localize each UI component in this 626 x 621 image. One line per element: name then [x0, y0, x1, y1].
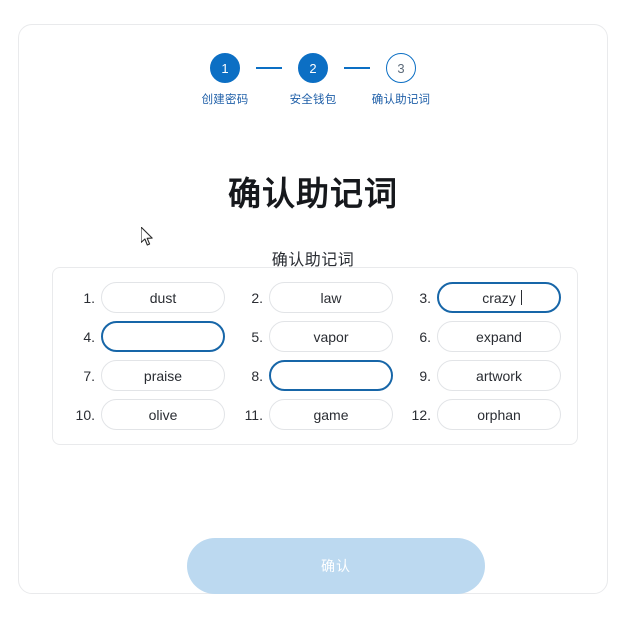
mnemonic-index-9: 9.	[419, 367, 431, 384]
mnemonic-cell-4: 4.	[63, 321, 231, 352]
progress-stepper: 1 创建密码 2 安全钱包 3 确认助记词	[19, 53, 607, 108]
mnemonic-input-7[interactable]	[101, 360, 225, 391]
mnemonic-index-3: 3.	[419, 289, 431, 306]
step-connector-2-3	[344, 67, 370, 69]
mnemonic-cell-10: 10.	[63, 399, 231, 430]
mnemonic-index-11: 11.	[244, 406, 263, 423]
mnemonic-index-12: 12.	[411, 406, 431, 423]
confirm-button[interactable]: 确认	[187, 538, 485, 594]
mnemonic-cell-8: 8.	[231, 360, 399, 391]
mnemonic-index-10: 10.	[75, 406, 95, 423]
wallet-setup-card: 1 创建密码 2 安全钱包 3 确认助记词 确认助记词 确认助记词 1. dus…	[18, 24, 608, 594]
step-1-label: 创建密码	[201, 94, 249, 106]
step-3-number: 3	[397, 60, 405, 76]
mnemonic-input-4[interactable]	[101, 321, 225, 352]
mnemonic-input-3-wrap	[437, 282, 561, 313]
mnemonic-cell-5: 5.	[231, 321, 399, 352]
step-1-circle: 1	[210, 53, 240, 83]
mnemonic-index-6: 6.	[419, 328, 431, 345]
step-connector-1-2	[256, 67, 282, 69]
step-1-number: 1	[221, 60, 229, 76]
step-3-label: 确认助记词	[371, 94, 431, 106]
mnemonic-input-6[interactable]	[437, 321, 561, 352]
mnemonic-index-2: 2.	[251, 289, 263, 306]
step-3[interactable]: 3 确认助记词	[370, 53, 432, 108]
step-2[interactable]: 2 安全钱包	[282, 53, 344, 108]
mnemonic-input-8[interactable]	[269, 360, 393, 391]
mnemonic-index-8: 8.	[251, 367, 263, 384]
step-3-circle: 3	[386, 53, 416, 83]
mnemonic-cell-11: 11.	[231, 399, 399, 430]
mnemonic-index-5: 5.	[251, 328, 263, 345]
mnemonic-cell-1: 1.	[63, 282, 231, 313]
mnemonic-cell-6: 6.	[399, 321, 567, 352]
mnemonic-cell-3: 3.	[399, 282, 567, 313]
mnemonic-index-1: 1.	[83, 289, 95, 306]
step-2-circle: 2	[298, 53, 328, 83]
mnemonic-cell-12: 12.	[399, 399, 567, 430]
mnemonic-cell-2: 2.	[231, 282, 399, 313]
mnemonic-input-10[interactable]	[101, 399, 225, 430]
mnemonic-input-5[interactable]	[269, 321, 393, 352]
step-2-number: 2	[309, 60, 317, 76]
mnemonic-cell-7: 7.	[63, 360, 231, 391]
mnemonic-index-4: 4.	[83, 328, 95, 345]
mnemonic-input-11[interactable]	[269, 399, 393, 430]
step-1[interactable]: 1 创建密码	[194, 53, 256, 108]
text-caret	[521, 290, 522, 305]
mnemonic-grid: 1. 2. 3. 4. 5. 6. 7.	[52, 267, 578, 445]
mnemonic-index-7: 7.	[83, 367, 95, 384]
page-title: 确认助记词	[228, 175, 398, 212]
mnemonic-input-3[interactable]	[437, 282, 561, 313]
mnemonic-cell-9: 9.	[399, 360, 567, 391]
mnemonic-input-2[interactable]	[269, 282, 393, 313]
step-2-label: 安全钱包	[289, 94, 337, 106]
mnemonic-input-12[interactable]	[437, 399, 561, 430]
mnemonic-input-9[interactable]	[437, 360, 561, 391]
mnemonic-input-1[interactable]	[101, 282, 225, 313]
